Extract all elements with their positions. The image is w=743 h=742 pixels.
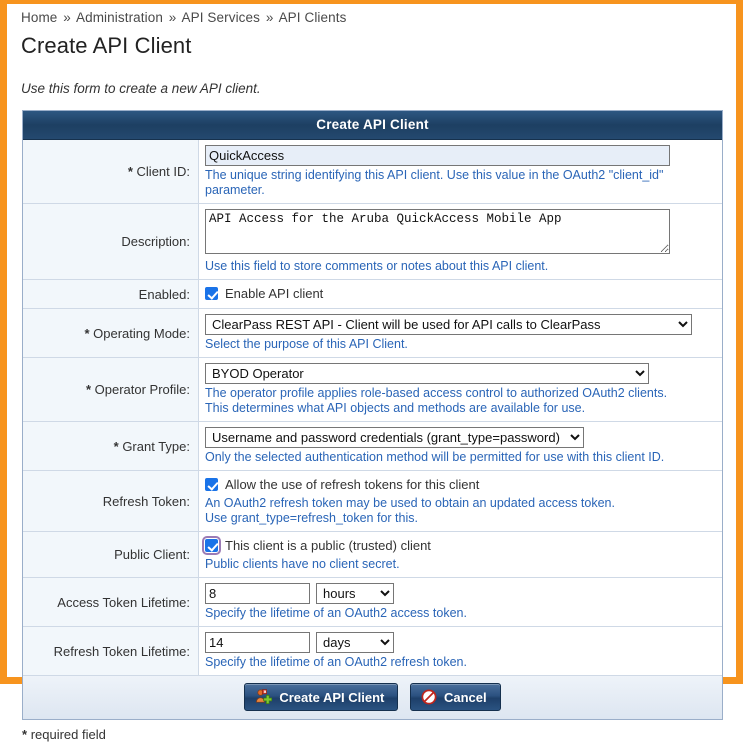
operating-mode-select[interactable]: ClearPass REST API - Client will be used…	[205, 314, 692, 335]
form-header-title: Create API Client	[23, 111, 722, 140]
no-entry-icon	[421, 689, 437, 705]
breadcrumb-separator: »	[63, 10, 71, 25]
label-text: Enabled:	[138, 286, 190, 302]
label-text: Refresh Token:	[102, 493, 190, 509]
public-client-checkbox[interactable]	[202, 536, 221, 555]
field-row-refresh-token-lifetime: Refresh Token Lifetime: days Specify the…	[23, 626, 722, 675]
hint-description: Use this field to store comments or note…	[205, 259, 549, 273]
hint-client-id: The unique string identifying this API c…	[205, 168, 664, 197]
enabled-checkbox-label: Enable API client	[225, 286, 324, 301]
field-row-access-token-lifetime: Access Token Lifetime: hours Specify the…	[23, 577, 722, 627]
hint-refresh-token-2: Use grant_type=refresh_token for this.	[205, 511, 418, 525]
enabled-checkbox[interactable]	[205, 287, 218, 300]
field-row-public-client: Public Client: This client is a public (…	[23, 531, 722, 578]
label-grant-type: * Grant Type:	[23, 421, 199, 471]
public-client-checkbox-label: This client is a public (trusted) client	[225, 538, 431, 553]
label-text: Client ID:	[136, 164, 190, 179]
label-operator-profile: * Operator Profile:	[23, 357, 199, 422]
breadcrumb-separator: »	[265, 10, 274, 25]
breadcrumb-separator: »	[168, 10, 177, 25]
refresh-token-checkbox[interactable]	[205, 478, 218, 491]
label-text: Refresh Token Lifetime:	[53, 643, 190, 659]
form-footer: Create API Client Cancel	[23, 675, 722, 719]
label-text: Access Token Lifetime:	[57, 594, 190, 610]
breadcrumb-item-api-services[interactable]: API Services	[182, 10, 260, 25]
refresh-token-checkbox-label: Allow the use of refresh tokens for this…	[225, 477, 480, 492]
hint-refresh-token: An OAuth2 refresh token may be used to o…	[205, 496, 615, 510]
required-asterisk: *	[85, 382, 91, 397]
access-token-lifetime-unit-select[interactable]: hours	[316, 583, 394, 604]
description-textarea[interactable]: API Access for the Aruba QuickAccess Mob…	[205, 209, 670, 254]
label-text: Public Client:	[114, 547, 190, 562]
hint-operator-profile-2: This determines what API objects and met…	[205, 401, 586, 415]
hint-public-client: Public clients have no client secret.	[205, 557, 400, 571]
required-asterisk: *	[113, 438, 119, 454]
create-api-client-button[interactable]: Create API Client	[244, 683, 399, 711]
required-asterisk: *	[22, 727, 28, 742]
page-frame: Home » Administration » API Services » A…	[0, 0, 743, 742]
label-description: Description:	[23, 203, 199, 280]
field-row-description: Description: API Access for the Aruba Qu…	[23, 203, 722, 280]
hint-operating-mode: Select the purpose of this API Client.	[205, 337, 408, 351]
hint-refresh-token-lifetime: Specify the lifetime of an OAuth2 refres…	[205, 655, 467, 669]
hint-grant-type: Only the selected authentication method …	[205, 450, 665, 464]
label-client-id: * Client ID:	[23, 140, 199, 204]
required-asterisk: *	[127, 164, 133, 179]
field-row-operating-mode: * Operating Mode: ClearPass REST API - C…	[23, 308, 722, 358]
enabled-checkbox-row[interactable]: Enable API client	[205, 285, 716, 303]
refresh-token-lifetime-unit-select[interactable]: days	[316, 632, 394, 653]
label-text: Operator Profile:	[94, 382, 190, 397]
create-api-client-form: Create API Client * Client ID: The uniqu…	[22, 110, 723, 720]
required-asterisk: *	[84, 325, 90, 341]
breadcrumb-item-home[interactable]: Home	[21, 10, 57, 25]
public-client-checkbox-row[interactable]: This client is a public (trusted) client	[202, 536, 716, 555]
label-operating-mode: * Operating Mode:	[23, 308, 199, 358]
label-access-token-lifetime: Access Token Lifetime:	[23, 577, 199, 627]
page-intro: Use this form to create a new API client…	[21, 81, 261, 96]
hint-operator-profile: The operator profile applies role-based …	[205, 386, 668, 400]
field-row-enabled: Enabled: Enable API client	[23, 279, 722, 309]
operator-profile-select[interactable]: BYOD Operator	[205, 363, 649, 384]
breadcrumb: Home » Administration » API Services » A…	[21, 10, 726, 27]
client-id-input[interactable]	[205, 145, 670, 166]
create-api-client-button-label: Create API Client	[279, 689, 385, 705]
required-field-note: * required field	[22, 727, 726, 742]
field-row-operator-profile: * Operator Profile: BYOD Operator The op…	[23, 357, 722, 422]
label-refresh-token-lifetime: Refresh Token Lifetime:	[23, 626, 199, 675]
label-enabled: Enabled:	[23, 279, 199, 309]
breadcrumb-item-api-clients[interactable]: API Clients	[279, 10, 347, 25]
field-row-refresh-token: Refresh Token: Allow the use of refresh …	[23, 470, 722, 532]
label-text: Operating Mode:	[93, 325, 190, 341]
cancel-button[interactable]: Cancel	[409, 683, 501, 711]
required-field-note-text: required field	[30, 727, 106, 742]
refresh-token-checkbox-row[interactable]: Allow the use of refresh tokens for this…	[205, 476, 716, 494]
label-text: Grant Type:	[122, 438, 190, 454]
breadcrumb-item-administration[interactable]: Administration	[76, 10, 163, 25]
label-public-client: Public Client:	[23, 531, 199, 578]
refresh-token-lifetime-controls: days	[205, 632, 716, 653]
field-row-grant-type: * Grant Type: Username and password cred…	[23, 421, 722, 471]
cancel-button-label: Cancel	[443, 689, 487, 705]
form-fields-table: * Client ID: The unique string identifyi…	[23, 140, 722, 675]
access-token-lifetime-input[interactable]	[205, 583, 310, 604]
page-content: Home » Administration » API Services » A…	[7, 4, 736, 742]
page-title: Create API Client	[21, 33, 192, 58]
label-text: Description:	[121, 234, 190, 249]
access-token-lifetime-controls: hours	[205, 583, 716, 604]
field-row-client-id: * Client ID: The unique string identifyi…	[23, 140, 722, 204]
add-user-icon	[255, 689, 273, 705]
label-refresh-token: Refresh Token:	[23, 470, 199, 532]
grant-type-select[interactable]: Username and password credentials (grant…	[205, 427, 584, 448]
refresh-token-lifetime-input[interactable]	[205, 632, 310, 653]
hint-access-token-lifetime: Specify the lifetime of an OAuth2 access…	[205, 606, 467, 620]
